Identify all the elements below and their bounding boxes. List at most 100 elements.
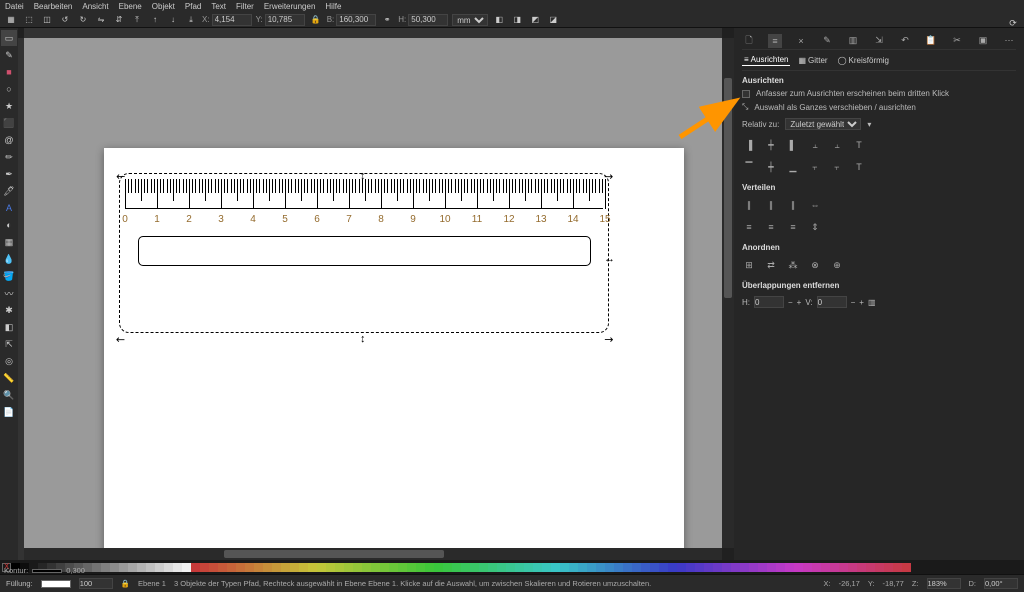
arr-graph-icon[interactable]: ⊞: [742, 258, 756, 272]
swatch[interactable]: [344, 563, 353, 572]
swatch[interactable]: [506, 563, 515, 572]
swatch[interactable]: [425, 563, 434, 572]
3dbox-tool[interactable]: ⬛: [1, 115, 17, 131]
swatch[interactable]: [479, 563, 488, 572]
rot-input[interactable]: [984, 578, 1018, 589]
swatch[interactable]: [812, 563, 821, 572]
swatch[interactable]: [308, 563, 317, 572]
x-input[interactable]: [212, 14, 252, 26]
lock-aspect-icon[interactable]: ⚭: [380, 13, 394, 27]
dist-vgap-icon[interactable]: ⇕: [808, 220, 822, 234]
swatch[interactable]: [695, 563, 704, 572]
align-text-icon[interactable]: T: [852, 138, 866, 152]
scroll-thumb-v[interactable]: [724, 78, 732, 298]
swatch[interactable]: [488, 563, 497, 572]
swatch[interactable]: [641, 563, 650, 572]
dropper-tool[interactable]: 💧: [1, 251, 17, 267]
swatch[interactable]: [299, 563, 308, 572]
paste-icon[interactable]: 📋: [924, 34, 938, 48]
select-all-icon[interactable]: ⬚: [22, 13, 36, 27]
tab-grid[interactable]: ▦Gitter: [796, 54, 829, 66]
minus-icon-2[interactable]: −: [851, 298, 856, 307]
opt-movegroup-row[interactable]: ⤡ Auswahl als Ganzes verschieben / ausri…: [742, 100, 1016, 114]
swatch[interactable]: [821, 563, 830, 572]
frame-icon[interactable]: ▣: [976, 34, 990, 48]
rotate-ccw-icon[interactable]: ↺: [58, 13, 72, 27]
viewport[interactable]: 0123456789101112131415 ↖ ↕ ↗ ↔ ↙ ↕ ↘: [24, 38, 722, 560]
swatch[interactable]: [371, 563, 380, 572]
dist-left-icon[interactable]: ∥: [742, 198, 756, 212]
dist-right-icon[interactable]: ∥: [786, 198, 800, 212]
swatch[interactable]: [245, 563, 254, 572]
tab-circular[interactable]: ◯Kreisförmig: [836, 54, 891, 66]
w-input[interactable]: [336, 14, 376, 26]
swatch[interactable]: [200, 563, 209, 572]
deselect-icon[interactable]: ◫: [40, 13, 54, 27]
h-input[interactable]: [408, 14, 448, 26]
swatch[interactable]: [569, 563, 578, 572]
rotate-cw-icon[interactable]: ↻: [76, 13, 90, 27]
swatch[interactable]: [182, 563, 191, 572]
swatch[interactable]: [119, 563, 128, 572]
swatch[interactable]: [830, 563, 839, 572]
menu-extensions[interactable]: Erweiterungen: [261, 2, 319, 11]
calligraphy-tool[interactable]: 🖊: [1, 183, 17, 199]
swatch[interactable]: [668, 563, 677, 572]
plus-icon-2[interactable]: +: [859, 298, 864, 307]
scrollbar-horizontal[interactable]: [24, 548, 722, 560]
menu-object[interactable]: Objekt: [149, 2, 178, 11]
align-bottom-icon[interactable]: ▁: [786, 160, 800, 174]
spiral-tool[interactable]: @: [1, 132, 17, 148]
overflow-icon[interactable]: ⋯: [1002, 34, 1016, 48]
swatch[interactable]: [794, 563, 803, 572]
swatch[interactable]: [740, 563, 749, 572]
spray-tool[interactable]: ✱: [1, 302, 17, 318]
swatch[interactable]: [650, 563, 659, 572]
swatch[interactable]: [713, 563, 722, 572]
swatch[interactable]: [272, 563, 281, 572]
relative-select[interactable]: Zuletzt gewählt: [785, 118, 861, 130]
swatch[interactable]: [326, 563, 335, 572]
swatch[interactable]: [686, 563, 695, 572]
swatch[interactable]: [758, 563, 767, 572]
swatch[interactable]: [677, 563, 686, 572]
scale-gradient-icon[interactable]: ◩: [528, 13, 542, 27]
star-tool[interactable]: ★: [1, 98, 17, 114]
swatch[interactable]: [839, 563, 848, 572]
refresh-icon[interactable]: ⟳: [1006, 16, 1020, 30]
y-input[interactable]: [265, 14, 305, 26]
swatch[interactable]: [632, 563, 641, 572]
swatch[interactable]: [560, 563, 569, 572]
new-doc-icon[interactable]: 🗋: [742, 34, 756, 48]
swatch[interactable]: [236, 563, 245, 572]
swatch[interactable]: [524, 563, 533, 572]
swatch[interactable]: [902, 563, 911, 572]
swatch[interactable]: [470, 563, 479, 572]
edit-icon[interactable]: ✎: [820, 34, 834, 48]
align-top-edge-icon[interactable]: ⫟: [808, 160, 822, 174]
tab-align[interactable]: ≡Ausrichten: [742, 54, 790, 66]
overlap-h-input[interactable]: [754, 296, 784, 308]
menu-filter[interactable]: Filter: [233, 2, 257, 11]
swatch[interactable]: [803, 563, 812, 572]
flip-h-icon[interactable]: ⇋: [94, 13, 108, 27]
swatch[interactable]: [380, 563, 389, 572]
swatch[interactable]: [542, 563, 551, 572]
align-left-edge-icon[interactable]: ⫠: [808, 138, 822, 152]
cut-icon[interactable]: ✂: [950, 34, 964, 48]
swatch[interactable]: [659, 563, 668, 572]
scale-pattern-icon[interactable]: ◪: [546, 13, 560, 27]
lower-bottom-icon[interactable]: ⤓: [184, 13, 198, 27]
swatch[interactable]: [353, 563, 362, 572]
swatch[interactable]: [254, 563, 263, 572]
handle-mr[interactable]: ↔: [604, 253, 615, 265]
color-palette[interactable]: [0, 560, 1024, 574]
swatch[interactable]: [704, 563, 713, 572]
layers-icon[interactable]: ▦: [4, 13, 18, 27]
stroke-swatch[interactable]: [32, 569, 62, 573]
opt-handles-row[interactable]: Anfasser zum Ausrichten erscheinen beim …: [742, 87, 1016, 100]
dist-top-icon[interactable]: ≡: [742, 220, 756, 234]
swatch[interactable]: [227, 563, 236, 572]
layer-indicator[interactable]: Ebene 1: [138, 579, 166, 588]
swatch[interactable]: [191, 563, 200, 572]
